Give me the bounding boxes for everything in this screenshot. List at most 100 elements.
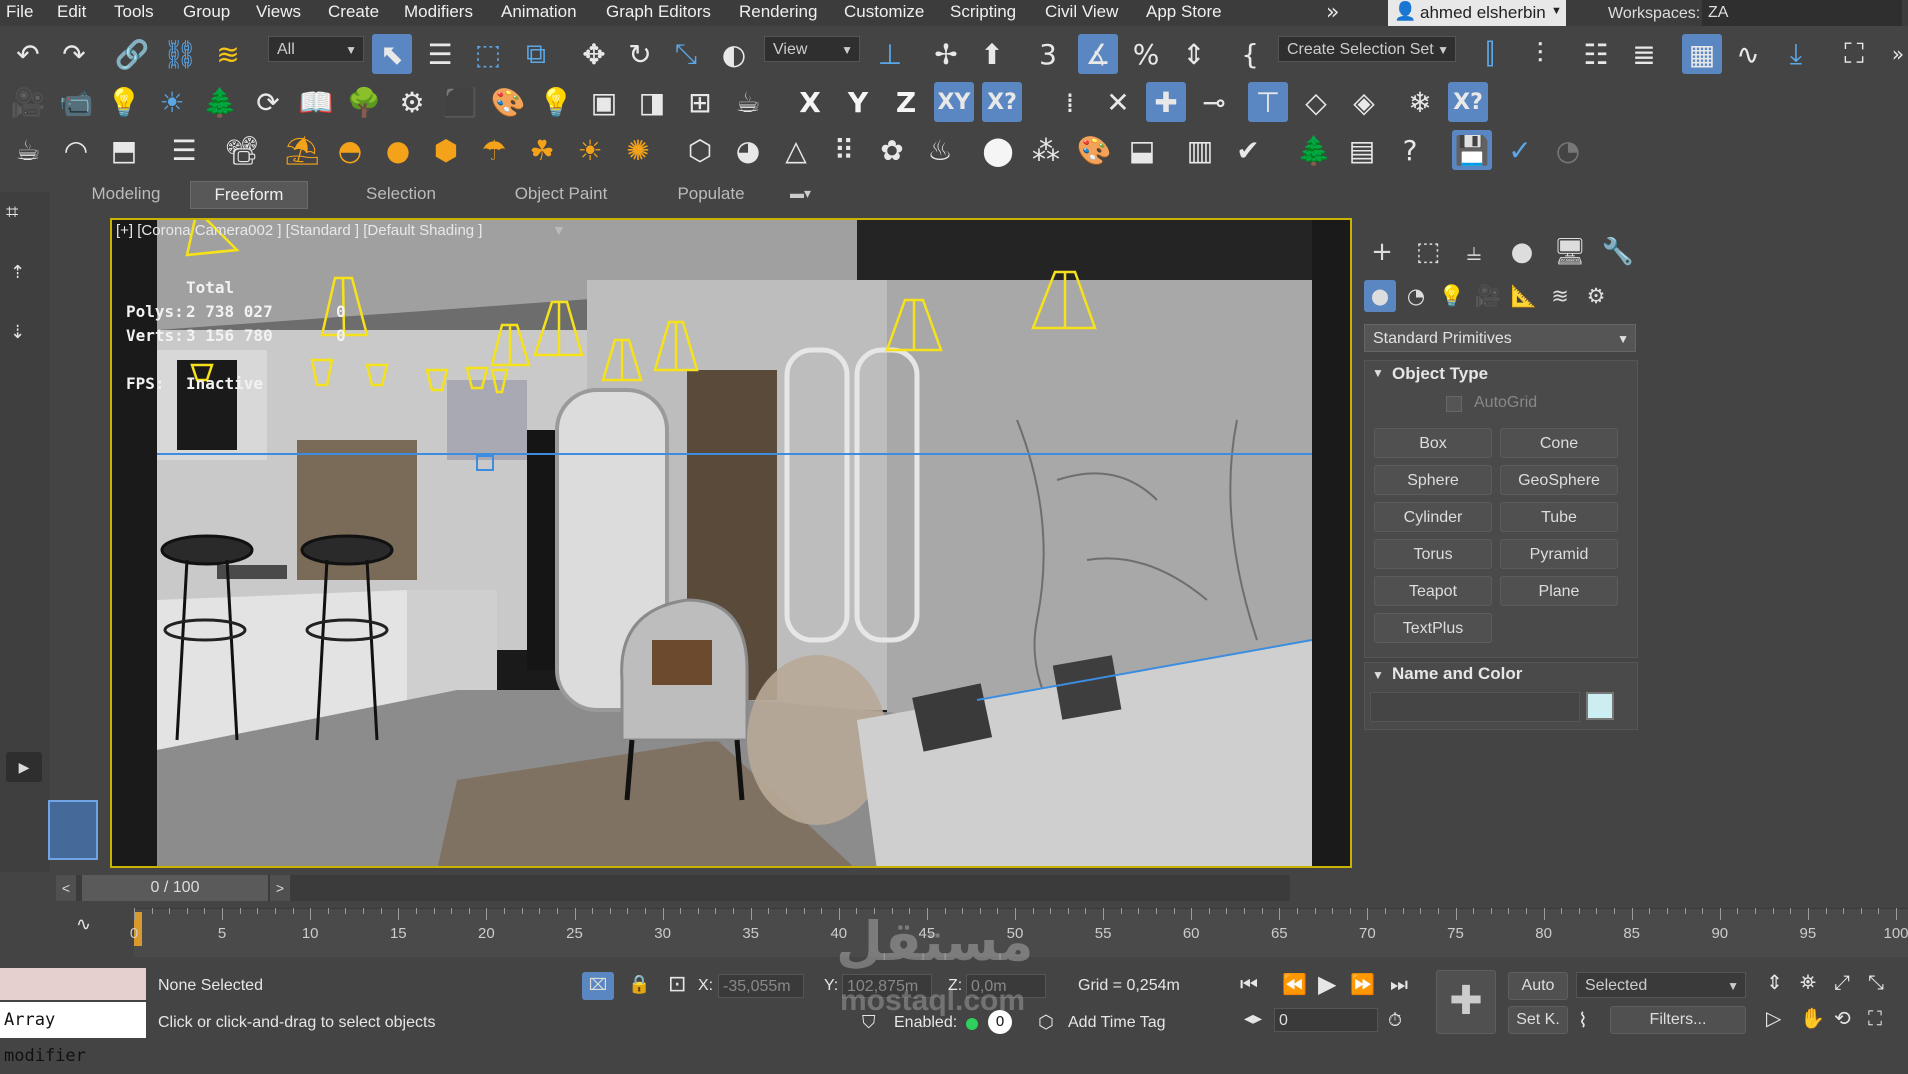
ribbon-options-icon[interactable]: ▬▾ bbox=[790, 185, 811, 202]
material-converter-icon[interactable]: ⬓ bbox=[1122, 130, 1162, 170]
display-tab-icon[interactable]: 🖥 bbox=[1552, 234, 1588, 270]
schematic-view-icon[interactable]: ⤓ bbox=[1776, 34, 1816, 74]
scatter-objects-icon[interactable]: ⠿ bbox=[824, 130, 864, 170]
go-to-start-icon[interactable]: ⏮ bbox=[1240, 972, 1258, 996]
space-warps-icon[interactable]: ≋ bbox=[1544, 280, 1576, 312]
curve-editor-icon[interactable]: ∿ bbox=[1728, 34, 1768, 74]
sky-light-icon[interactable]: ✺ bbox=[618, 130, 658, 170]
set-key-button[interactable]: Set K. bbox=[1508, 1006, 1568, 1034]
save-scene-icon[interactable]: 💾 bbox=[1452, 130, 1492, 170]
checkmark-badge-icon[interactable]: ✔ bbox=[1228, 130, 1268, 170]
camera-icon[interactable]: 📽 bbox=[222, 130, 262, 170]
select-object-icon[interactable]: ⬉ bbox=[372, 34, 412, 74]
isolate-selection-icon[interactable]: ⌧ bbox=[582, 972, 614, 1000]
zoom-extents-icon[interactable]: ⤢ bbox=[1834, 970, 1850, 994]
snowflake-icon[interactable]: ❄ bbox=[1400, 82, 1440, 122]
create-tab-icon[interactable]: + bbox=[1364, 234, 1400, 270]
sphere-button[interactable]: Sphere bbox=[1374, 465, 1492, 495]
sun-positioner-icon[interactable]: ☀ bbox=[152, 82, 192, 122]
layer-explorer-icon[interactable]: ≣ bbox=[1624, 34, 1664, 74]
tube-button[interactable]: Tube bbox=[1500, 502, 1618, 532]
absolute-mode-icon[interactable]: ⊡ bbox=[668, 972, 686, 997]
window-crossing-icon[interactable]: ⧉ bbox=[516, 34, 556, 74]
utilities-tab-icon[interactable]: 🔧 bbox=[1600, 234, 1636, 270]
go-to-end-icon[interactable]: ⏭ bbox=[1390, 972, 1408, 996]
axis-xy-button[interactable]: XY bbox=[934, 82, 974, 122]
menu-animation[interactable]: Animation bbox=[501, 2, 577, 22]
zoom-extents-all-icon[interactable]: ⤡ bbox=[1868, 970, 1884, 994]
sphere-light-icon[interactable]: ● bbox=[378, 130, 418, 170]
help-icon[interactable]: ? bbox=[1390, 130, 1430, 170]
object-color-swatch[interactable] bbox=[1586, 692, 1614, 720]
tab-object-paint[interactable]: Object Paint bbox=[486, 181, 636, 207]
scatter-icon[interactable]: 🌲 bbox=[200, 82, 240, 122]
ies-light-icon[interactable]: ☘ bbox=[522, 130, 562, 170]
teapot-render-icon[interactable]: ☕ bbox=[728, 82, 768, 122]
grass-icon[interactable]: ✿ bbox=[872, 130, 912, 170]
scene-explorer-icon[interactable]: ☷ bbox=[1576, 34, 1616, 74]
geosphere-light-icon[interactable]: ⬢ bbox=[426, 130, 466, 170]
manipulate-icon[interactable]: ✢ bbox=[926, 34, 966, 74]
mirror-icon[interactable]: ⫿ bbox=[1470, 34, 1510, 74]
geosphere-button[interactable]: GeoSphere bbox=[1500, 465, 1618, 495]
tab-selection[interactable]: Selection bbox=[346, 181, 456, 207]
tab-freeform[interactable]: Freeform bbox=[190, 181, 308, 209]
geometry-icon[interactable]: ● bbox=[1364, 280, 1396, 312]
teapot-icon[interactable]: ☕ bbox=[8, 130, 48, 170]
torus-button[interactable]: Torus bbox=[1374, 539, 1492, 569]
menu-overflow-icon[interactable]: » bbox=[1326, 0, 1339, 25]
previous-frame-icon[interactable]: ⏪ bbox=[1282, 972, 1307, 996]
set-key-icon[interactable]: ✚ bbox=[1436, 970, 1496, 1034]
collapse-icon[interactable]: ▼ bbox=[1372, 668, 1384, 682]
menu-app-store[interactable]: App Store bbox=[1146, 2, 1222, 22]
motion-tab-icon[interactable]: ● bbox=[1504, 234, 1540, 270]
current-frame-field[interactable]: 0 bbox=[1274, 1008, 1378, 1032]
menu-customize[interactable]: Customize bbox=[844, 2, 924, 22]
gear-icon[interactable]: ⚙ bbox=[392, 82, 432, 122]
material-sphere-icon[interactable]: ⬤ bbox=[978, 130, 1018, 170]
render-frame-icon[interactable]: 📹 bbox=[56, 82, 96, 122]
teapot-button[interactable]: Teapot bbox=[1374, 576, 1492, 606]
axis-z-button[interactable]: Z bbox=[886, 82, 926, 122]
primitive-category-dropdown[interactable]: Standard Primitives ▼ bbox=[1364, 324, 1636, 352]
tab-modeling[interactable]: Modeling bbox=[76, 181, 176, 207]
systems-icon[interactable]: ⚙ bbox=[1580, 280, 1612, 312]
render-region-icon[interactable]: ⊞ bbox=[680, 82, 720, 122]
axis-constraint-icon[interactable]: X? bbox=[1448, 82, 1488, 122]
shapes-icon[interactable]: ◔ bbox=[1400, 280, 1432, 312]
zoom-icon[interactable]: ⇕ bbox=[1766, 970, 1783, 994]
lock-icon[interactable]: 🔒 bbox=[628, 974, 650, 995]
undo-icon[interactable]: ↶ bbox=[8, 34, 48, 74]
light-lister-icon[interactable]: 💡 bbox=[104, 82, 144, 122]
menu-graph-editors[interactable]: Graph Editors bbox=[606, 2, 711, 22]
menu-create[interactable]: Create bbox=[328, 2, 379, 22]
book-icon[interactable]: 📖 bbox=[296, 82, 336, 122]
spotlight-icon[interactable]: ⛱ bbox=[282, 130, 322, 170]
color-palette-icon[interactable]: 🎨 bbox=[1074, 130, 1114, 170]
torus-knot-icon[interactable]: ◠ bbox=[56, 130, 96, 170]
viewport-label[interactable]: [+] [Corona Camera002 ] [Standard ] [Def… bbox=[116, 222, 482, 239]
box-button[interactable]: Box bbox=[1374, 428, 1492, 458]
align-icon[interactable]: ⫶ bbox=[1520, 34, 1560, 74]
list-icon[interactable]: ☰ bbox=[164, 130, 204, 170]
axis-x-button[interactable]: X bbox=[790, 82, 830, 122]
viewport-layout-icon[interactable]: ⌗ bbox=[6, 200, 18, 225]
edit-named-selection-icon[interactable]: { bbox=[1230, 34, 1270, 74]
pivot-center-icon[interactable]: ⊥ bbox=[870, 34, 910, 74]
collapse-icon[interactable]: ▼ bbox=[1372, 366, 1384, 380]
select-and-move-icon[interactable]: ✥ bbox=[574, 34, 614, 74]
scroll-up-icon[interactable]: ⇡ bbox=[10, 262, 25, 283]
menu-group[interactable]: Group bbox=[183, 2, 230, 22]
snaps-toggle-icon[interactable]: 3 bbox=[1028, 34, 1068, 74]
menu-scripting[interactable]: Scripting bbox=[950, 2, 1016, 22]
select-and-rotate-icon[interactable]: ↻ bbox=[620, 34, 660, 74]
object-name-field[interactable] bbox=[1370, 692, 1580, 722]
filters-button[interactable]: Filters... bbox=[1610, 1006, 1746, 1034]
key-tangent-icon[interactable]: ⌇ bbox=[1578, 1008, 1588, 1032]
viewport-filter-icon[interactable]: ▼ bbox=[552, 222, 566, 238]
camera-viewport[interactable]: y x z [+] [Corona Camera002 ] [Standard … bbox=[110, 218, 1352, 868]
helpers-icon[interactable]: 📐 bbox=[1508, 280, 1540, 312]
umbrella-light-icon[interactable]: ☂ bbox=[474, 130, 514, 170]
menu-file[interactable]: File bbox=[6, 2, 33, 22]
pan-icon[interactable]: ✋ bbox=[1800, 1006, 1825, 1030]
